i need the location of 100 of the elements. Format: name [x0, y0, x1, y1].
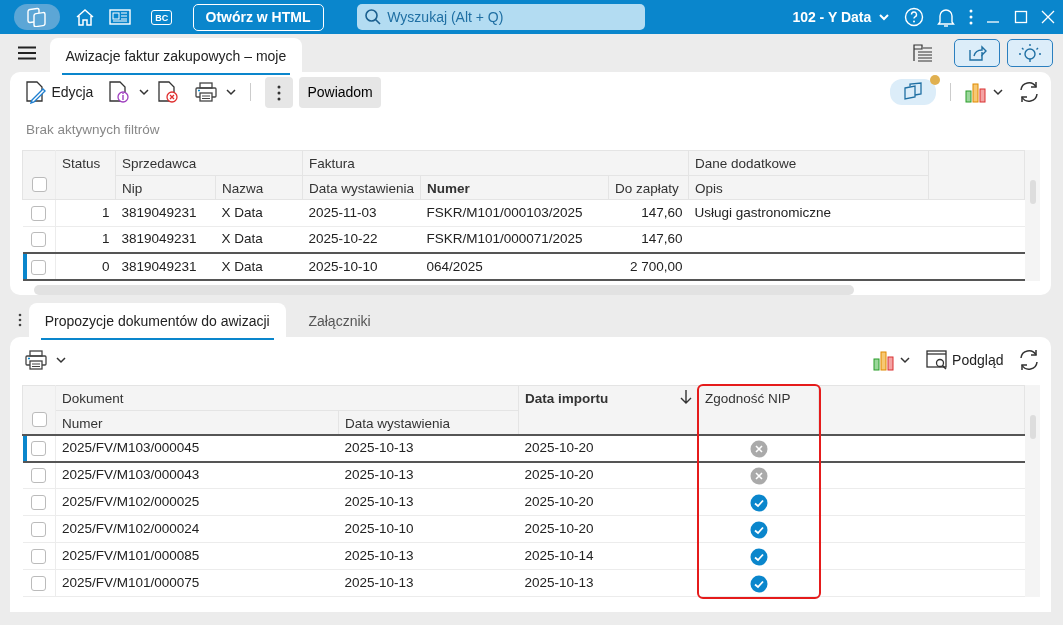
table-row[interactable]: 2025/FV/M103/000045 2025-10-13 2025-10-20	[22, 434, 1025, 462]
tab[interactable]: Propozycje dokumentów do awizacji	[28, 303, 286, 338]
share-button[interactable]	[954, 39, 1001, 67]
row-checkbox[interactable]	[31, 549, 47, 565]
table-cell: 147,60	[608, 226, 689, 254]
column-header[interactable]: Sprzedawca	[115, 150, 303, 175]
row-checkbox[interactable]	[31, 468, 47, 484]
row-checkbox[interactable]	[31, 441, 47, 457]
notify-button[interactable]: Powiadom	[299, 76, 381, 108]
select-all-checkbox[interactable]	[31, 412, 47, 428]
lightbulb-icon	[1018, 43, 1042, 64]
sort-arrow-icon[interactable]	[680, 389, 692, 406]
table-row[interactable]: 2025/FV/M102/000025 2025-10-13 2025-10-20	[22, 488, 1025, 516]
edit-document-icon[interactable]	[24, 80, 48, 104]
lightbulb-button[interactable]	[1007, 39, 1053, 67]
kebab-menu-icon[interactable]	[18, 313, 22, 328]
column-header[interactable]: Data importu	[525, 389, 609, 410]
column-header[interactable]: Opis	[688, 175, 929, 200]
maximize-icon[interactable]	[1013, 10, 1028, 24]
company-name[interactable]: 102 - Y Data	[792, 6, 872, 28]
table-cell: 2025-10-20	[518, 461, 699, 489]
table-cell: 2025-10-13	[338, 434, 519, 462]
row-checkbox[interactable]	[31, 232, 47, 248]
table-cell: 2025-10-10	[338, 515, 519, 543]
row-checkbox[interactable]	[31, 495, 47, 511]
printer-icon[interactable]	[193, 81, 218, 103]
column-header[interactable]: Dane dodatkowe	[688, 150, 929, 175]
row-checkbox[interactable]	[31, 522, 47, 538]
menu-icon[interactable]	[18, 46, 36, 60]
list-icon[interactable]	[912, 43, 934, 63]
vertical-scrollbar[interactable]	[1025, 385, 1040, 598]
tab[interactable]: Załączniki	[292, 303, 387, 338]
column-header[interactable]: Numer	[55, 410, 339, 435]
table-cell: Usługi gastronomiczne	[688, 199, 929, 227]
bc-button[interactable]: BC	[151, 9, 173, 25]
preview-button[interactable]: Podgląd	[924, 349, 1004, 372]
info-document-icon[interactable]	[106, 80, 131, 104]
table-cell: 2025-10-13	[338, 488, 519, 516]
edit-button[interactable]: Edycja	[24, 80, 94, 104]
row-checkbox[interactable]	[31, 259, 47, 275]
table-cell: 2025-10-14	[518, 542, 699, 570]
printer-icon[interactable]	[24, 349, 48, 372]
refresh-icon[interactable]	[1017, 348, 1041, 373]
caret-icon[interactable]	[224, 87, 237, 97]
table-row[interactable]: 0 3819049231 X Data 2025-10-10 064/2025 2 700,00	[22, 253, 1025, 281]
table-cell: 2025-10-20	[518, 434, 699, 462]
table-cell: 2025-10-13	[338, 569, 519, 597]
table-row[interactable]: 1 3819049231 X Data 2025-11-03 FSKR/M101/000103/2025 147,60 Usługi gastronomiczne	[22, 199, 1025, 227]
kebab-menu-icon[interactable]	[968, 9, 973, 25]
table-cell: X Data	[215, 226, 303, 254]
delete-document-icon[interactable]	[156, 80, 181, 104]
horizontal-scrollbar[interactable]	[34, 285, 854, 296]
table-cell: 2025/FV/M103/000043	[55, 461, 339, 489]
table-cell: 1	[55, 199, 116, 227]
column-header[interactable]: Nip	[115, 175, 216, 200]
table-row[interactable]: 1 3819049231 X Data 2025-10-22 FSKR/M101/000071/2025 147,60	[22, 226, 1025, 254]
table-cell: 147,60	[608, 199, 689, 227]
open-html-button[interactable]: Otwórz w HTML	[192, 3, 324, 31]
table-cell: 2025-10-10	[302, 253, 421, 281]
table-cell: 2025-10-13	[518, 569, 699, 597]
refresh-icon[interactable]	[1017, 80, 1041, 104]
copy-button[interactable]	[890, 78, 937, 106]
table-cell: 2025/FV/M101/000075	[55, 569, 339, 597]
row-checkbox[interactable]	[31, 576, 47, 592]
caret-icon[interactable]	[991, 87, 1004, 97]
more-button[interactable]	[264, 76, 293, 108]
column-header[interactable]: Dokument	[55, 385, 519, 410]
caret-icon[interactable]	[899, 355, 912, 366]
column-header[interactable]: Faktura	[302, 150, 689, 175]
table-cell: 1	[55, 226, 116, 254]
logo-icon[interactable]	[26, 7, 48, 28]
table-row[interactable]: 2025/FV/M101/000075 2025-10-13 2025-10-13	[22, 569, 1025, 597]
table-cell: 2025/FV/M101/000085	[55, 542, 339, 570]
preview-icon	[924, 349, 949, 372]
column-header[interactable]: Zgodność NIP	[698, 385, 819, 435]
bell-icon[interactable]	[937, 6, 955, 28]
caret-icon[interactable]	[54, 355, 67, 366]
column-header[interactable]: Status	[55, 150, 116, 200]
table-cell: X Data	[215, 199, 303, 227]
vertical-scrollbar[interactable]	[1025, 150, 1040, 282]
table-cell: 2025-10-22	[302, 226, 421, 254]
chevron-down-icon[interactable]	[878, 12, 890, 22]
newspaper-icon[interactable]	[109, 8, 131, 26]
close-icon[interactable]	[1041, 10, 1055, 24]
table-cell: 064/2025	[420, 253, 609, 281]
column-header[interactable]: Data wystawienia	[302, 175, 421, 200]
share-icon	[967, 44, 988, 63]
row-checkbox[interactable]	[31, 205, 47, 221]
select-all-checkbox[interactable]	[31, 177, 47, 193]
column-header[interactable]: Numer	[420, 175, 609, 200]
column-header[interactable]: Data wystawienia	[338, 410, 519, 435]
table-row[interactable]: 2025/FV/M101/000085 2025-10-13 2025-10-14	[22, 542, 1025, 570]
column-header[interactable]: Nazwa	[215, 175, 303, 200]
search-field[interactable]: Wyszukaj (Alt + Q)	[357, 4, 646, 30]
caret-icon[interactable]	[137, 87, 150, 97]
help-icon[interactable]	[903, 7, 924, 27]
table-row[interactable]: 2025/FV/M102/000024 2025-10-10 2025-10-20	[22, 515, 1025, 543]
tab[interactable]: Awizacje faktur zakupowych – moje	[49, 38, 303, 72]
table-row[interactable]: 2025/FV/M103/000043 2025-10-13 2025-10-20	[22, 461, 1025, 489]
table-cell: 2025/FV/M102/000024	[55, 515, 339, 543]
